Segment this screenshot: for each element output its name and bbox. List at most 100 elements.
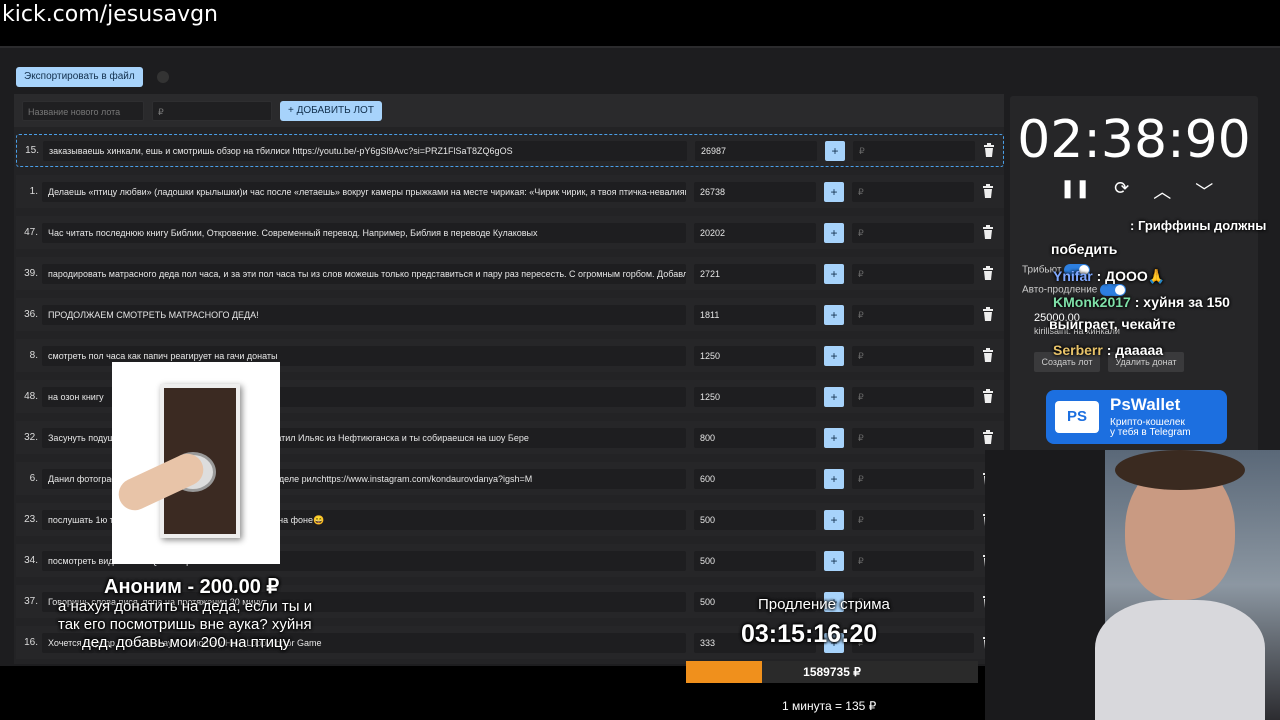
trash-icon[interactable] (983, 142, 997, 159)
lot-amount-input[interactable]: 26738 (694, 181, 816, 202)
chat-line-3: выиграет, чекайте (1049, 316, 1175, 332)
lot-amount-input[interactable]: 1250 (694, 386, 816, 407)
lot-row[interactable]: 39. пародировать матрасного деда пол часа… (16, 257, 1004, 290)
trash-icon[interactable] (982, 347, 996, 364)
lot-extra-amount-input[interactable]: ₽ (852, 345, 974, 366)
trash-icon[interactable] (982, 183, 996, 200)
lot-number: 1. (29, 186, 38, 197)
chevron-down-icon[interactable]: ﹀ (1195, 178, 1213, 204)
lot-description-input[interactable]: ПРОДОЛЖАЕМ СМОТРЕТЬ МАТРАСНОГО ДЕДА! (42, 304, 686, 325)
lot-description-input[interactable]: Час читать последнюю книгу Библии, Откро… (42, 222, 686, 243)
lot-amount-input[interactable]: 26987 (695, 140, 817, 161)
pswallet-logo-icon: PS (1055, 401, 1099, 433)
chat-text: : дааааа (1102, 342, 1164, 358)
lot-add-amount-button[interactable]: + (825, 140, 845, 161)
lot-number: 48. (24, 391, 38, 402)
webcam-hair (1115, 450, 1245, 490)
lot-number: 36. (24, 309, 38, 320)
lot-add-amount-button[interactable]: + (824, 509, 844, 530)
lot-number: 47. (24, 227, 38, 238)
alert-title: Аноним - 200.00 ₽ (104, 576, 280, 598)
trash-icon[interactable] (982, 265, 996, 282)
lot-extra-amount-input[interactable]: ₽ (852, 468, 974, 489)
chevron-up-icon[interactable]: ︿ (1153, 178, 1171, 204)
lot-number: 23. (24, 514, 38, 525)
trash-icon[interactable] (982, 306, 996, 323)
lot-amount-input[interactable]: 600 (694, 468, 816, 489)
webcam-chair (985, 450, 1105, 720)
lot-add-amount-button[interactable]: + (824, 345, 844, 366)
lot-row[interactable]: 1. Делаешь «птицу любви» (ладошки крылышк… (16, 175, 1004, 208)
chat-line-partial: : Гриффины должны (1130, 218, 1267, 233)
pswallet-title: PsWallet (1110, 395, 1181, 414)
lot-description-input[interactable]: пародировать матрасного деда пол часа, и… (42, 263, 686, 284)
trash-icon[interactable] (982, 388, 996, 405)
export-button[interactable]: Экспортировать в файл (16, 67, 143, 87)
lot-number: 37. (24, 596, 38, 607)
chat-text: победить (1051, 241, 1118, 257)
lot-row[interactable]: 47. Час читать последнюю книгу Библии, От… (16, 216, 1004, 249)
lot-extra-amount-input[interactable]: ₽ (852, 509, 974, 530)
timer-controls: ❚❚ ⟳ ︿ ﹀ (1060, 178, 1213, 204)
lot-amount-input[interactable]: 2721 (694, 263, 816, 284)
lot-extra-amount-input[interactable]: ₽ (853, 140, 975, 161)
lot-add-amount-button[interactable]: + (824, 550, 844, 571)
donation-alert-image (112, 362, 280, 564)
lot-amount-input[interactable]: 1811 (694, 304, 816, 325)
lot-add-amount-button[interactable]: + (824, 181, 844, 202)
alert-message-line-2: так его посмотришь вне аука? хуйня (58, 616, 312, 633)
lot-description-input[interactable]: Делаешь «птицу любви» (ладошки крылышки)… (42, 181, 686, 202)
auction-timer: 02:38:90 (1017, 110, 1251, 170)
lot-extra-amount-input[interactable]: ₽ (852, 550, 974, 571)
lot-row[interactable]: 15. заказываешь хинкали, ешь и смотришь о… (16, 134, 1004, 167)
pause-icon[interactable]: ❚❚ (1060, 178, 1090, 204)
address-bar[interactable]: kick.com/jesusavgn (0, 0, 1280, 46)
lot-extra-amount-input[interactable]: ₽ (852, 263, 974, 284)
lot-number: 32. (24, 432, 38, 443)
lot-extra-amount-input[interactable]: ₽ (852, 427, 974, 448)
lot-add-amount-button[interactable]: + (824, 427, 844, 448)
lot-number: 34. (24, 555, 38, 566)
trash-icon[interactable] (982, 224, 996, 241)
lot-number: 16. (24, 637, 38, 648)
total-amount: 1589735 ₽ (803, 665, 861, 679)
chat-user: Serberr (1053, 342, 1103, 358)
new-lot-name-input[interactable]: Название нового лота (22, 100, 144, 121)
reset-icon[interactable]: ⟳ (1114, 178, 1129, 204)
toolbar: Экспортировать в файл (16, 67, 169, 87)
lot-add-amount-button[interactable]: + (824, 263, 844, 284)
pswallet-banner[interactable]: PS PsWallet Крипто-кошелек у тебя в Tele… (1046, 390, 1227, 444)
lot-amount-input[interactable]: 800 (694, 427, 816, 448)
theme-toggle-icon[interactable] (156, 71, 169, 83)
chat-line-4: Serberr : дааааа (1053, 342, 1163, 358)
lot-amount-input[interactable]: 500 (694, 509, 816, 530)
lot-number: 39. (24, 268, 38, 279)
lot-amount-input[interactable]: 500 (694, 550, 816, 571)
lot-extra-amount-input[interactable]: ₽ (852, 386, 974, 407)
lot-add-amount-button[interactable]: + (824, 222, 844, 243)
lot-extra-amount-input[interactable]: ₽ (852, 304, 974, 325)
chat-line-0: победить (1051, 241, 1117, 257)
alert-message-line-3: дед. добавь мои 200 на птицу (82, 634, 291, 651)
lot-number: 8. (29, 350, 38, 361)
lot-number: 15. (25, 145, 39, 156)
lot-add-amount-button[interactable]: + (824, 386, 844, 407)
webcam-feed (985, 450, 1280, 720)
pswallet-sub-2: у тебя в Telegram (1110, 427, 1191, 438)
lot-extra-amount-input[interactable]: ₽ (852, 181, 974, 202)
lot-extra-amount-input[interactable]: ₽ (852, 222, 974, 243)
chat-text: : хуйня за 150 (1130, 294, 1230, 310)
lot-add-amount-button[interactable]: + (824, 304, 844, 325)
chat-text: : ДООО🙏 (1092, 268, 1166, 284)
lot-add-amount-button[interactable]: + (824, 468, 844, 489)
lot-amount-input[interactable]: 1250 (694, 345, 816, 366)
lot-row[interactable]: 36. ПРОДОЛЖАЕМ СМОТРЕТЬ МАТРАСНОГО ДЕДА! 1… (16, 298, 1004, 331)
total-progress: 1589735 ₽ (686, 661, 978, 683)
new-lot-amount-input[interactable]: ₽ (152, 100, 272, 121)
add-lot-row: Название нового лота ₽ + ДОБАВИТЬ ЛОТ (14, 94, 1004, 127)
add-lot-button[interactable]: + ДОБАВИТЬ ЛОТ (280, 100, 382, 121)
lot-amount-input[interactable]: 20202 (694, 222, 816, 243)
lot-description-input[interactable]: заказываешь хинкали, ешь и смотришь обзо… (43, 140, 687, 161)
chat-line-2: KMonk2017 : хуйня за 150 (1053, 294, 1230, 310)
trash-icon[interactable] (982, 429, 996, 446)
